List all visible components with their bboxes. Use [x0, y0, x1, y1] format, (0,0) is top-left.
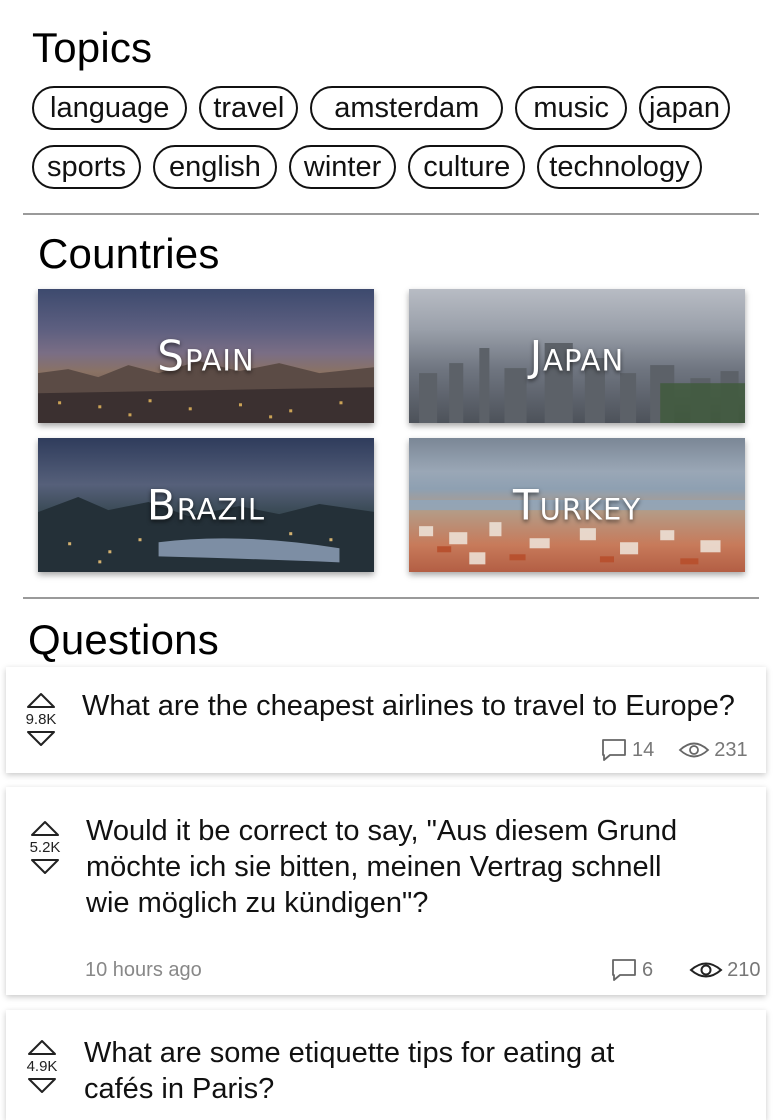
topic-chip-music[interactable]: music [515, 86, 628, 130]
country-card-spain[interactable]: Spain [38, 289, 374, 423]
views-icon [689, 962, 723, 978]
topic-chip-culture[interactable]: culture [408, 145, 526, 189]
question-text[interactable]: What are some etiquette tips for eating … [84, 1035, 664, 1107]
views-icon [678, 742, 710, 758]
downvote-icon[interactable] [26, 730, 56, 748]
section-divider [23, 213, 759, 215]
view-count: 231 [714, 738, 748, 761]
topic-chip-travel[interactable]: travel [199, 86, 299, 130]
comment-icon [612, 959, 636, 981]
country-card-brazil[interactable]: Brazil [38, 438, 374, 572]
topics-heading: Topics [32, 24, 153, 71]
comment-count: 6 [642, 958, 654, 981]
question-text[interactable]: What are the cheapest airlines to travel… [82, 688, 762, 724]
vote-count: 5.2K [29, 839, 61, 856]
country-name: Spain [157, 331, 255, 381]
section-divider [23, 597, 759, 599]
downvote-icon[interactable] [27, 1077, 57, 1095]
question-card[interactable]: 4.9K What are some etiquette tips for ea… [6, 1010, 766, 1120]
country-name: Japan [529, 331, 625, 381]
vote-control: 9.8K [19, 691, 63, 748]
vote-count: 9.8K [25, 711, 57, 728]
upvote-icon[interactable] [30, 819, 60, 837]
country-card-turkey[interactable]: Turkey [409, 438, 745, 572]
country-name: Turkey [512, 480, 642, 530]
topic-chip-language[interactable]: language [32, 86, 188, 130]
questions-heading: Questions [28, 616, 219, 663]
topics-chip-row: language travel amsterdam music japan [32, 86, 742, 130]
vote-control: 5.2K [23, 819, 67, 876]
view-count: 210 [727, 958, 761, 981]
upvote-icon[interactable] [26, 691, 56, 709]
question-text[interactable]: Would it be correct to say, "Aus diesem … [86, 813, 706, 921]
question-timestamp: 10 hours ago [85, 959, 202, 981]
question-stats: 6 210 [610, 957, 761, 983]
countries-heading: Countries [38, 230, 220, 277]
comment-count: 14 [632, 738, 655, 761]
topics-chip-row: sports english winter culture technology [32, 145, 702, 189]
downvote-icon[interactable] [30, 858, 60, 876]
question-card[interactable]: 9.8K What are the cheapest airlines to t… [6, 667, 766, 773]
country-card-japan[interactable]: Japan [409, 289, 745, 423]
question-card[interactable]: 5.2K Would it be correct to say, "Aus di… [6, 787, 766, 995]
topic-chip-amsterdam[interactable]: amsterdam [310, 86, 504, 130]
comment-icon [602, 739, 626, 761]
topic-chip-sports[interactable]: sports [32, 145, 141, 189]
country-name: Brazil [146, 480, 266, 530]
vote-control: 4.9K [20, 1038, 64, 1095]
topic-chip-english[interactable]: english [152, 145, 277, 189]
vote-count: 4.9K [26, 1058, 58, 1075]
topic-chip-technology[interactable]: technology [537, 145, 702, 189]
question-stats: 14 231 [600, 737, 748, 763]
topic-chip-winter[interactable]: winter [288, 145, 397, 189]
upvote-icon[interactable] [27, 1038, 57, 1056]
topic-chip-japan[interactable]: japan [639, 86, 731, 130]
